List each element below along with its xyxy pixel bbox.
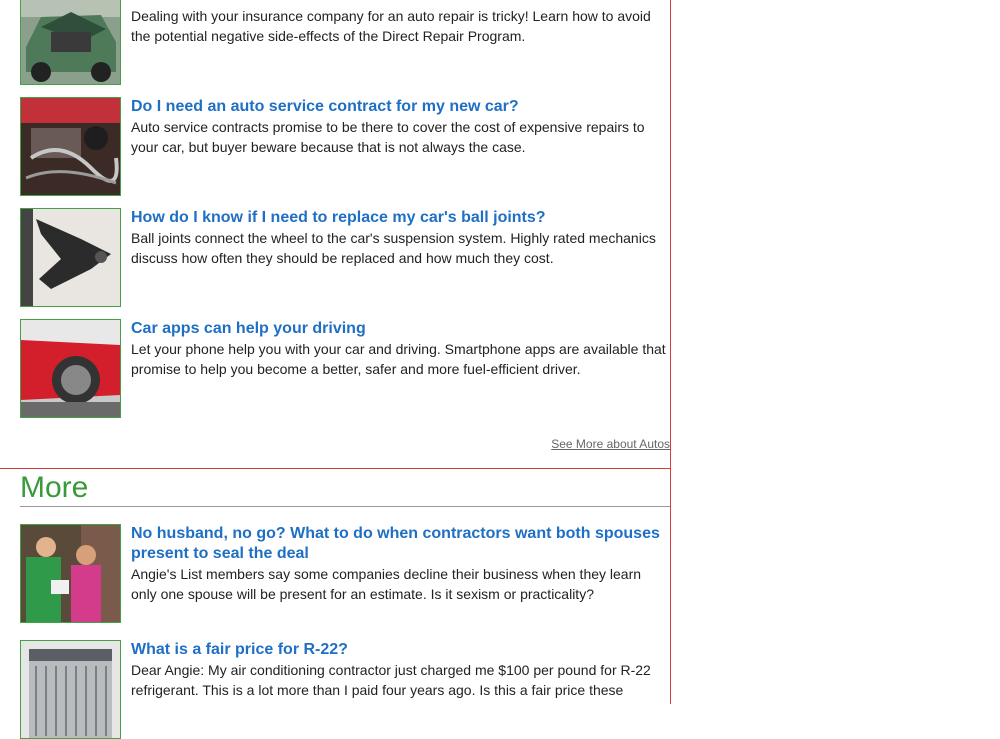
article-title[interactable]: No husband, no go? What to do when contr… (131, 524, 661, 564)
article-description: Dear Angie: My air conditioning contract… (131, 662, 651, 698)
contractor-and-homeowner-photo-icon (21, 525, 120, 622)
article-title[interactable]: How do I know if I need to replace my ca… (131, 208, 661, 228)
article-thumbnail[interactable] (20, 208, 121, 307)
more-section-heading: More (20, 471, 89, 504)
article-title[interactable]: What is a fair price for R-22? (131, 640, 661, 660)
article-thumbnail[interactable] (20, 97, 121, 196)
section-rule (20, 506, 670, 507)
article-description: Let your phone help you with your car an… (131, 341, 666, 377)
article-title[interactable]: Do I need an auto service contract for m… (131, 97, 661, 117)
ball-joint-photo-icon (21, 209, 120, 306)
damaged-car-photo-icon (21, 0, 120, 84)
article-thumbnail[interactable] (20, 319, 121, 418)
article-thumbnail[interactable] (20, 0, 121, 85)
article-description: Dealing with your insurance company for … (131, 8, 651, 44)
section-divider (0, 468, 670, 469)
article-description: Auto service contracts promise to be the… (131, 119, 645, 155)
article-thumbnail[interactable] (20, 640, 121, 739)
article-description: Angie's List members say some companies … (131, 566, 642, 602)
car-engine-photo-icon (21, 98, 120, 195)
see-more-autos-link[interactable]: See More about Autos (551, 437, 670, 451)
ac-unit-photo-icon (21, 641, 120, 738)
content-column: Dealing with your insurance company for … (0, 0, 671, 739)
red-car-photo-icon (21, 320, 120, 417)
article-description: Ball joints connect the wheel to the car… (131, 230, 656, 266)
article-title[interactable]: Car apps can help your driving (131, 319, 661, 339)
article-thumbnail[interactable] (20, 524, 121, 623)
